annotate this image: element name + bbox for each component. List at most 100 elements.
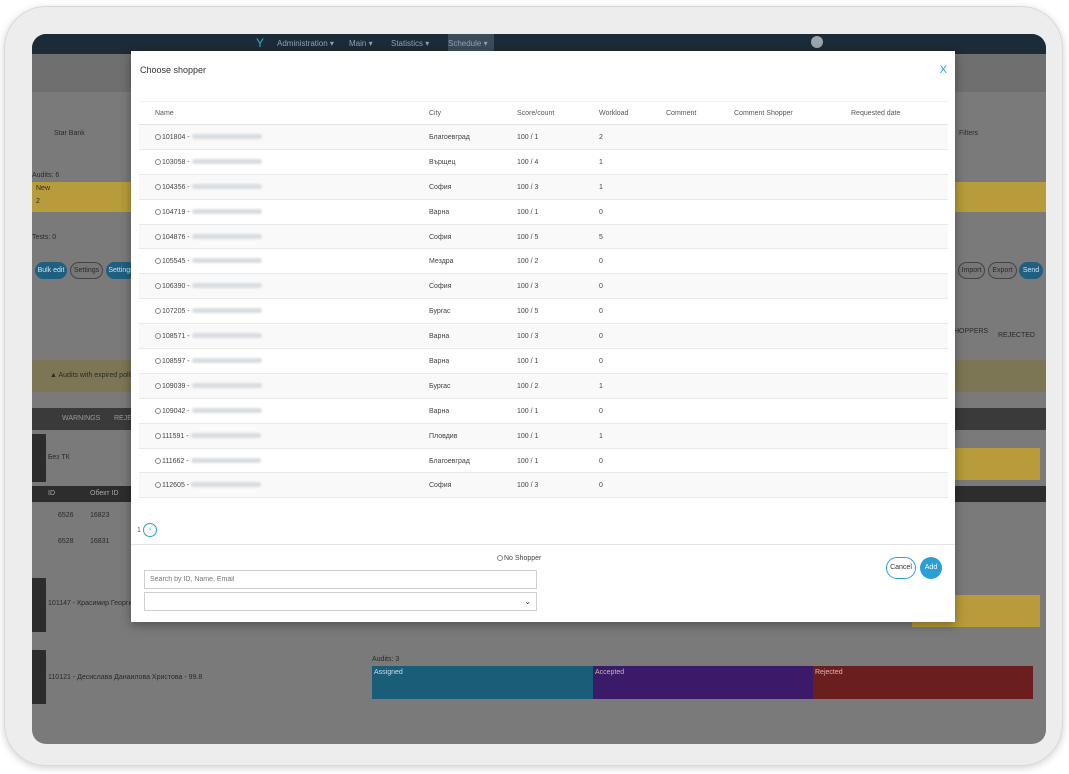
redacted-name xyxy=(191,482,262,488)
shopper-name-cell[interactable]: 109042 - xyxy=(155,407,262,415)
table-row[interactable]: 111591 - Пловдив 100 / 1 1 xyxy=(139,423,948,449)
col-comment-shopper[interactable]: Comment Shopper xyxy=(734,110,793,117)
score-cell: 100 / 1 xyxy=(517,208,539,216)
bulk-edit-button[interactable]: Bulk edit xyxy=(35,262,67,279)
shopper-id: 111662 - xyxy=(162,457,189,465)
table-row[interactable]: 103058 - Върщец 100 / 4 1 xyxy=(139,150,948,175)
col-score-count[interactable]: Score/count xyxy=(517,110,554,117)
logo-icon: Y xyxy=(256,36,265,50)
nav-administration[interactable]: Administration ▾ xyxy=(277,39,334,48)
select-radio[interactable] xyxy=(155,158,161,165)
col-workload[interactable]: Workload xyxy=(599,110,628,117)
table-row[interactable]: 111662 - Благоевград 100 / 1 0 xyxy=(139,449,948,474)
shopper-name-cell[interactable]: 104719 - xyxy=(155,208,262,216)
select-radio[interactable] xyxy=(155,407,161,414)
no-shopper-radio[interactable] xyxy=(497,555,503,561)
shopper-name-cell[interactable]: 104356 - xyxy=(155,183,262,191)
table-row[interactable]: 104876 - София 100 / 5 5 xyxy=(139,224,948,250)
table-row[interactable]: 108571 - Варна 100 / 3 0 xyxy=(139,324,948,350)
select-radio[interactable] xyxy=(155,457,161,464)
shopper-select[interactable]: ⌄ xyxy=(144,592,537,611)
select-radio[interactable] xyxy=(155,432,161,439)
select-radio[interactable] xyxy=(155,208,161,215)
warnings-toggle[interactable]: WARNINGS xyxy=(62,415,100,422)
table-row[interactable]: 104719 - Варна 100 / 1 0 xyxy=(139,200,948,225)
group-101147[interactable]: + 101147 - Красимир Георгиев xyxy=(42,600,140,607)
search-input[interactable] xyxy=(144,570,537,589)
col-requested-date[interactable]: Requested date xyxy=(851,110,900,117)
avatar[interactable] xyxy=(811,36,823,48)
redacted-name xyxy=(191,258,262,264)
shopper-name-cell[interactable]: 105545 - xyxy=(155,258,262,265)
shopper-name-cell[interactable]: 106390 - xyxy=(155,283,262,290)
city-cell: Благоевград xyxy=(429,457,470,465)
import-button[interactable]: Import xyxy=(958,262,985,279)
export-button[interactable]: Export xyxy=(988,262,1017,279)
shopper-name-cell[interactable]: 104876 - xyxy=(155,233,262,241)
city-cell: Пловдив xyxy=(429,432,458,440)
col-id: ID xyxy=(48,490,55,497)
redacted-name xyxy=(191,333,262,339)
shopper-id: 109039 - xyxy=(162,382,190,390)
workload-cell: 0 xyxy=(599,308,603,316)
shopper-table: Name City Score/count Workload Comment C… xyxy=(139,101,948,499)
select-radio[interactable] xyxy=(155,358,161,365)
select-radio[interactable] xyxy=(155,258,161,265)
select-radio[interactable] xyxy=(155,482,161,489)
table-row[interactable]: 108597 - Варна 100 / 1 0 xyxy=(139,349,948,374)
close-icon[interactable]: X xyxy=(940,64,947,76)
shopper-id: 104719 - xyxy=(162,208,190,216)
tab-shoppers[interactable]: HOPPERS xyxy=(954,328,988,335)
score-cell: 100 / 2 xyxy=(517,258,539,266)
shopper-name-cell[interactable]: 101804 - xyxy=(155,134,262,141)
select-radio[interactable] xyxy=(155,283,161,290)
select-radio[interactable] xyxy=(155,333,161,340)
select-radio[interactable] xyxy=(155,134,161,140)
nav-statistics[interactable]: Statistics ▾ xyxy=(391,39,429,48)
no-shopper-option[interactable]: No Shopper xyxy=(497,555,541,562)
shopper-name-cell[interactable]: 112605 - xyxy=(155,482,262,489)
table-row[interactable]: 109042 - Варна 100 / 1 0 xyxy=(139,399,948,424)
col-city[interactable]: City xyxy=(429,110,441,117)
col-comment[interactable]: Comment xyxy=(666,110,696,117)
table-header: Name City Score/count Workload Comment C… xyxy=(139,101,948,125)
table-row[interactable]: 101804 - Благоевград 100 / 1 2 xyxy=(139,125,948,150)
shopper-id: 103058 - xyxy=(162,158,190,166)
cancel-button[interactable]: Cancel xyxy=(886,557,916,579)
select-radio[interactable] xyxy=(155,382,161,389)
shopper-name-cell[interactable]: 108571 - xyxy=(155,333,262,340)
select-radio[interactable] xyxy=(155,233,161,240)
shopper-name-cell[interactable]: 103058 - xyxy=(155,158,262,166)
workload-cell: 5 xyxy=(599,233,603,241)
group-bez-tk[interactable]: – Без ТК xyxy=(42,454,70,461)
filters-label[interactable]: Filters xyxy=(959,130,978,137)
group-110121[interactable]: + 110121 - Десислава Данаилова Христова … xyxy=(42,674,202,681)
next-page-button[interactable]: › xyxy=(142,523,157,537)
shopper-name-cell[interactable]: 108597 - xyxy=(155,358,262,365)
table-row[interactable]: 109039 - Бургас 100 / 2 1 xyxy=(139,373,948,399)
score-cell: 100 / 1 xyxy=(517,432,539,440)
shopper-name-cell[interactable]: 109039 - xyxy=(155,382,262,390)
add-button[interactable]: Add xyxy=(920,557,942,579)
tab-rejected[interactable]: REJECTED xyxy=(998,332,1035,339)
table-row[interactable]: 112605 - София 100 / 3 0 xyxy=(139,473,948,499)
settings-button[interactable]: Settings xyxy=(70,262,103,279)
shopper-id: 105545 - xyxy=(162,258,190,266)
shopper-name-cell[interactable]: 111591 - xyxy=(155,432,261,440)
table-row[interactable]: 107205 - Бургас 100 / 5 0 xyxy=(139,299,948,325)
shopper-name-cell[interactable]: 111662 - xyxy=(155,457,261,465)
nav-main[interactable]: Main ▾ xyxy=(349,39,373,48)
table-row[interactable]: 105545 - Мездра 100 / 2 0 xyxy=(139,249,948,275)
redacted-name xyxy=(190,432,261,438)
select-radio[interactable] xyxy=(155,308,161,315)
send-button[interactable]: Send xyxy=(1019,262,1043,279)
shopper-name-cell[interactable]: 107205 - xyxy=(155,308,262,315)
table-row[interactable]: 106390 - София 100 / 3 0 xyxy=(139,274,948,300)
select-radio[interactable] xyxy=(155,183,161,190)
page-number[interactable]: 1 xyxy=(137,527,141,534)
device-frame: Y Administration ▾ Main ▾ Statistics ▾ S… xyxy=(4,6,1063,766)
nav-schedule[interactable]: Schedule ▾ xyxy=(448,39,488,48)
table-row[interactable]: 104356 - София 100 / 3 1 xyxy=(139,174,948,200)
city-cell: София xyxy=(429,482,452,490)
col-name[interactable]: Name xyxy=(155,110,174,117)
